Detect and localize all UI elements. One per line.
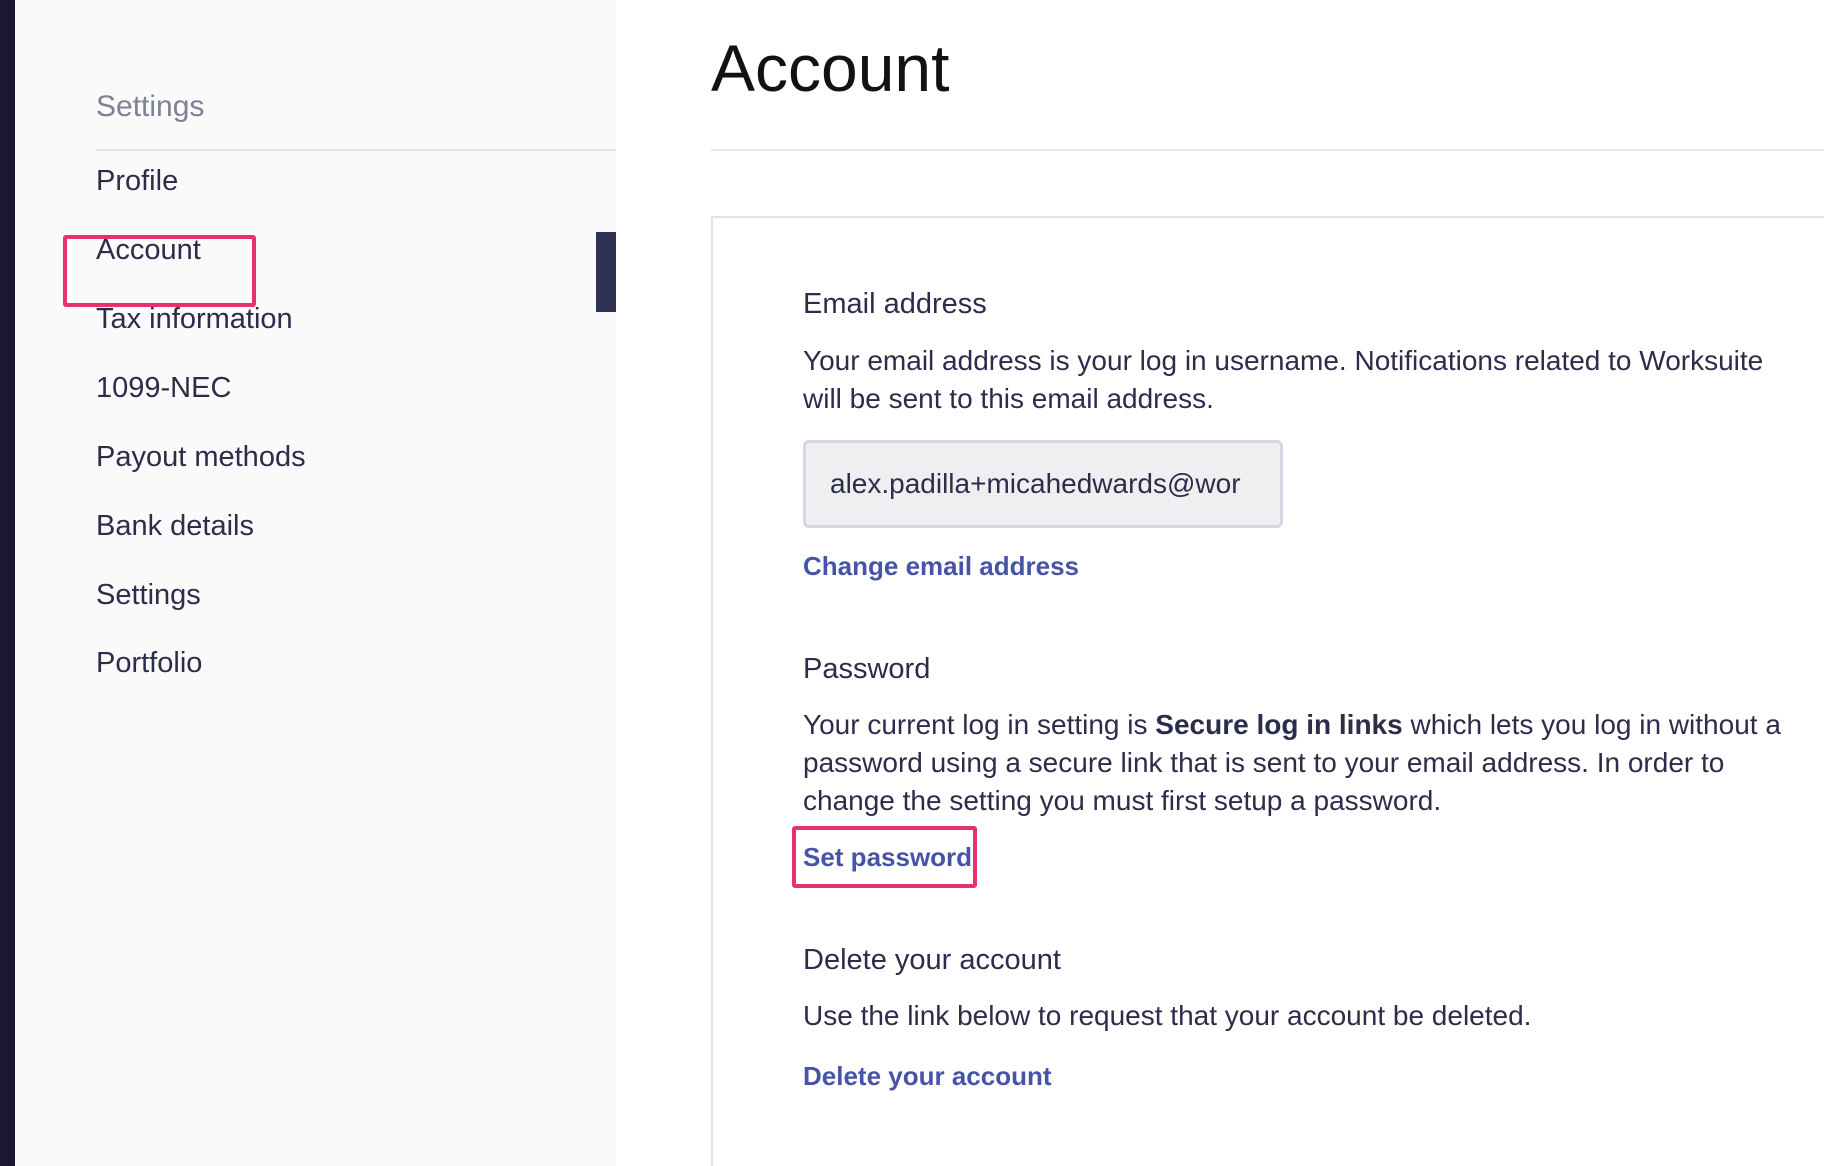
change-email-link[interactable]: Change email address [803, 551, 1079, 582]
page-title: Account [711, 31, 950, 105]
sidebar-divider [96, 149, 616, 151]
set-password-link[interactable]: Set password [803, 842, 972, 873]
sidebar-item-bank-details[interactable]: Bank details [96, 510, 254, 543]
delete-description: Use the link below to request that your … [803, 1000, 1532, 1031]
sidebar-item-1099-nec[interactable]: 1099-NEC [96, 372, 231, 405]
sidebar-item-profile[interactable]: Profile [96, 165, 178, 198]
sidebar-item-settings[interactable]: Settings [96, 579, 201, 612]
sidebar-item-portfolio[interactable]: Portfolio [96, 647, 202, 680]
sidebar-item-account[interactable]: Account [96, 234, 201, 267]
active-item-indicator [596, 232, 616, 312]
email-description: Your email address is your log in userna… [803, 345, 1764, 414]
settings-page: Settings Profile Account Tax information… [0, 0, 1824, 1166]
password-description-prefix: Your current log in setting is [803, 709, 1156, 740]
settings-sidebar: Settings Profile Account Tax information… [15, 0, 616, 1166]
title-divider [711, 149, 1824, 151]
email-field[interactable] [803, 440, 1283, 528]
delete-account-link[interactable]: Delete your account [803, 1061, 1052, 1092]
sidebar-item-payout-methods[interactable]: Payout methods [96, 441, 306, 474]
sidebar-heading: Settings [96, 90, 205, 123]
password-section-title: Password [803, 653, 931, 685]
email-section-title: Email address [803, 288, 987, 320]
sidebar-item-tax-information[interactable]: Tax information [96, 303, 293, 336]
app-edge-bar [0, 0, 15, 1166]
delete-section-title: Delete your account [803, 944, 1061, 976]
password-description: Your current log in setting is Secure lo… [803, 706, 1793, 820]
password-description-bold: Secure log in links [1155, 709, 1403, 740]
